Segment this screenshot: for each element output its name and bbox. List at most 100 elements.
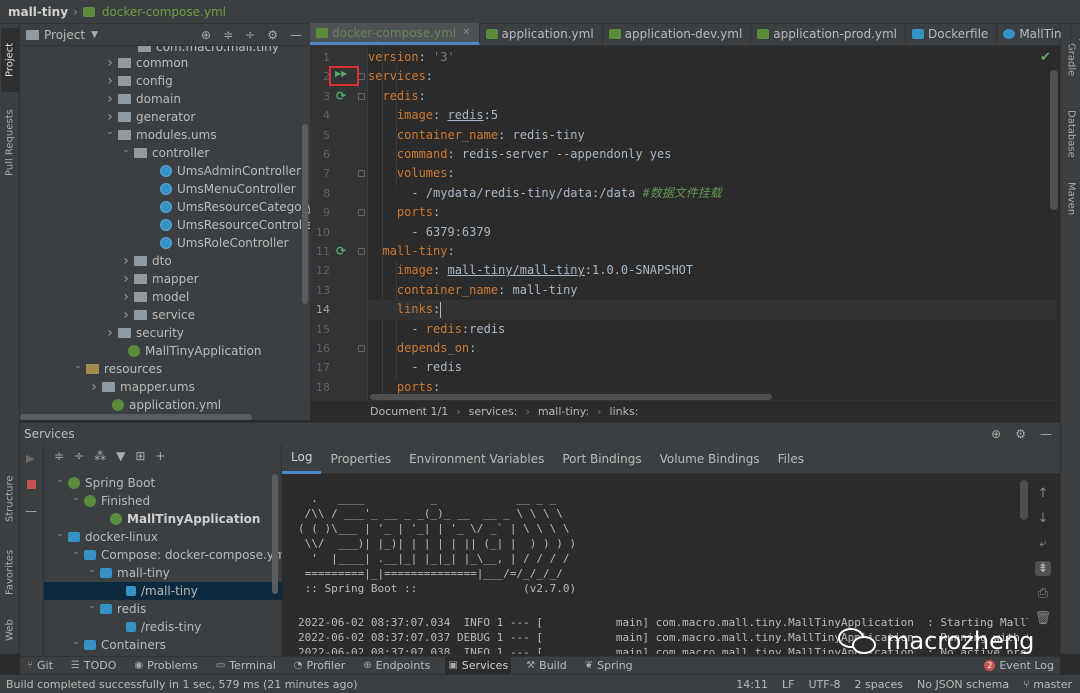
run-service-icon[interactable]: ⟳ bbox=[336, 89, 346, 103]
print-icon[interactable]: ⎙ bbox=[1038, 586, 1048, 601]
bottom-tool-git[interactable]: ⑂ Git bbox=[24, 657, 56, 675]
bottom-tool-todo[interactable]: ☰ TODO bbox=[68, 657, 119, 675]
fold-icon[interactable] bbox=[358, 345, 365, 352]
arrow-icon[interactable]: › bbox=[104, 73, 116, 89]
project-tree-hscrollbar[interactable] bbox=[20, 414, 252, 420]
code-line[interactable]: - redis:redis bbox=[368, 320, 1056, 339]
event-log-button[interactable]: 2 Event Log bbox=[984, 659, 1060, 672]
code-editor[interactable]: version: '3' services: redis: image: redi… bbox=[368, 46, 1056, 400]
close-icon[interactable]: ✕ bbox=[462, 27, 470, 38]
editor-tab[interactable]: docker-compose.yml ✕ bbox=[310, 23, 480, 45]
build-status-message[interactable]: Build completed successfully in 1 sec, 5… bbox=[6, 678, 358, 691]
scroll-to-end-icon[interactable]: ⇟ bbox=[1034, 561, 1052, 576]
trash-icon[interactable]: 🗑 bbox=[1035, 611, 1052, 626]
service-details-tab[interactable]: Log bbox=[282, 444, 322, 474]
code-line[interactable]: volumes: bbox=[368, 164, 1056, 183]
arrow-icon[interactable]: › bbox=[104, 55, 116, 71]
breadcrumb-item[interactable]: links: bbox=[610, 405, 639, 418]
arrow-icon[interactable]: ⌄ bbox=[72, 361, 84, 371]
inspection-ok-icon[interactable]: ✔ bbox=[1040, 50, 1051, 65]
arrow-icon[interactable]: › bbox=[120, 271, 132, 287]
service-tree-item[interactable]: ⌄ docker-linux bbox=[54, 528, 158, 546]
tree-item[interactable]: MallTinyApplication bbox=[114, 342, 261, 360]
arrow-icon[interactable]: › bbox=[120, 253, 132, 269]
service-details-tab[interactable]: Files bbox=[769, 444, 813, 474]
json-schema[interactable]: No JSON schema bbox=[917, 678, 1009, 691]
code-line[interactable]: - 6379:6379 bbox=[368, 223, 1056, 242]
tree-item[interactable]: ⌄ modules.ums bbox=[104, 126, 216, 144]
breadcrumb-item[interactable]: services: bbox=[469, 405, 518, 418]
scroll-up-icon[interactable]: ↑ bbox=[1038, 486, 1049, 501]
tree-item[interactable]: › config bbox=[104, 72, 173, 90]
favorites-tool-tab[interactable]: Favorites bbox=[1, 538, 19, 606]
code-line[interactable]: version: '3' bbox=[368, 48, 1056, 67]
services-tree-scrollbar[interactable] bbox=[272, 474, 278, 594]
service-details-tab[interactable]: Port Bindings bbox=[553, 444, 650, 474]
project-name[interactable]: mall-tiny bbox=[8, 5, 68, 19]
code-line[interactable]: - /mydata/redis-tiny/data:/data #数据文件挂载 bbox=[368, 184, 1056, 203]
bottom-tool-build[interactable]: ⚒ Build bbox=[523, 657, 570, 675]
code-line[interactable]: mall-tiny: bbox=[368, 242, 1056, 261]
tree-item[interactable]: › service bbox=[120, 306, 195, 324]
tree-item[interactable]: ⌄ resources bbox=[72, 360, 162, 378]
fold-icon[interactable] bbox=[358, 73, 365, 81]
tree-item[interactable]: › mapper bbox=[120, 270, 198, 288]
caret-position[interactable]: 14:11 bbox=[736, 678, 768, 691]
service-tree-item[interactable]: ⌄ mall-tiny bbox=[86, 564, 170, 582]
editor-tab[interactable]: application.yml bbox=[480, 23, 603, 45]
fold-icon[interactable] bbox=[358, 248, 365, 255]
globe-icon[interactable]: ⊕ bbox=[991, 427, 1001, 441]
breadcrumb-item[interactable]: mall-tiny: bbox=[538, 405, 589, 418]
code-line[interactable]: command: redis-server --appendonly yes bbox=[368, 145, 1056, 164]
arrow-icon[interactable]: ⌄ bbox=[70, 637, 82, 647]
chevron-down-icon[interactable]: ▼ bbox=[91, 30, 98, 40]
tree-item[interactable]: › dto bbox=[120, 252, 171, 270]
indent-setting[interactable]: 2 spaces bbox=[855, 678, 904, 691]
tree-item[interactable]: UmsResourceController bbox=[146, 216, 310, 234]
fold-icon[interactable] bbox=[358, 92, 365, 100]
current-file[interactable]: docker-compose.yml bbox=[82, 5, 226, 19]
tree-item[interactable]: › security bbox=[104, 324, 184, 342]
code-line[interactable]: redis: bbox=[368, 87, 1056, 106]
project-view-selector[interactable]: Project bbox=[44, 28, 85, 42]
tree-item[interactable]: UmsAdminController bbox=[146, 162, 301, 180]
service-tree-item[interactable]: /redis-tiny bbox=[112, 618, 201, 636]
bottom-tool-problems[interactable]: ◉ Problems bbox=[131, 657, 200, 675]
more-tabs-icon[interactable]: ⌄ bbox=[1071, 31, 1080, 45]
arrow-icon[interactable]: ⌄ bbox=[54, 475, 66, 485]
arrow-icon[interactable]: ⌄ bbox=[70, 493, 82, 503]
service-tree-item[interactable]: ⌄ redis bbox=[86, 600, 146, 618]
project-tool-tab[interactable]: Project bbox=[1, 28, 19, 92]
editor-scrollbar[interactable] bbox=[1050, 70, 1058, 210]
expand-all-icon[interactable]: ÷ bbox=[245, 28, 255, 42]
arrow-icon[interactable]: › bbox=[120, 307, 132, 323]
service-tree-item[interactable]: ⌄ Finished bbox=[70, 492, 150, 510]
code-line[interactable]: services: bbox=[368, 67, 1056, 86]
pull-requests-tool-tab[interactable]: Pull Requests bbox=[1, 96, 19, 190]
editor-tab[interactable]: application-dev.yml bbox=[603, 23, 752, 45]
service-details-tab[interactable]: Volume Bindings bbox=[651, 444, 769, 474]
scroll-down-icon[interactable]: ↓ bbox=[1038, 511, 1049, 526]
tree-item[interactable]: UmsResourceCategoryCo bbox=[146, 198, 310, 216]
locate-icon[interactable]: ⊕ bbox=[201, 28, 211, 42]
service-tree-item[interactable]: ⌄ Compose: docker-compose.yml bbox=[70, 546, 289, 564]
tree-item[interactable]: ⌄ controller bbox=[120, 144, 209, 162]
git-branch[interactable]: ⑂ master bbox=[1023, 678, 1072, 691]
tree-item[interactable]: › mapper.ums bbox=[88, 378, 195, 396]
editor-tab[interactable]: application-prod.yml bbox=[751, 23, 907, 45]
gear-icon[interactable]: ⚙ bbox=[1015, 427, 1026, 441]
project-tree-scrollbar[interactable] bbox=[302, 124, 308, 304]
arrow-icon[interactable]: › bbox=[104, 325, 116, 341]
log-scrollbar[interactable] bbox=[1020, 480, 1028, 520]
bottom-tool-endpoints[interactable]: ⊕ Endpoints bbox=[360, 657, 433, 675]
tree-item[interactable]: › model bbox=[120, 288, 189, 306]
arrow-icon[interactable]: › bbox=[104, 109, 116, 125]
service-tree-item[interactable]: /mall-tiny bbox=[44, 582, 282, 600]
tree-item[interactable]: › generator bbox=[104, 108, 195, 126]
code-line[interactable]: links: bbox=[368, 300, 1056, 320]
code-line[interactable]: depends_on: bbox=[368, 339, 1056, 358]
run-service-icon[interactable]: ⟳ bbox=[336, 244, 346, 258]
line-separator[interactable]: LF bbox=[782, 678, 794, 691]
fold-icon[interactable] bbox=[358, 209, 365, 217]
arrow-icon[interactable]: ⌄ bbox=[86, 565, 98, 575]
